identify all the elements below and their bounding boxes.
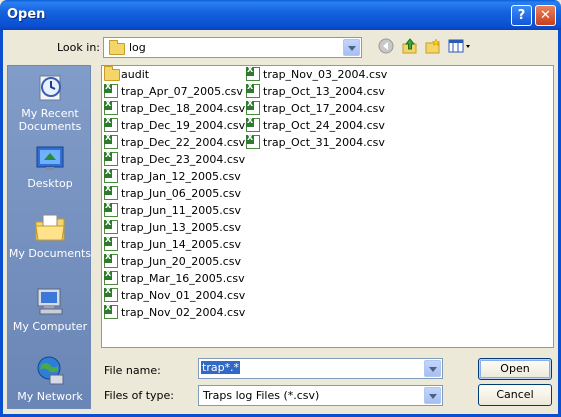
file-name: trap_Jun_20_2005.csv [121, 255, 242, 268]
file-name: trap_Nov_02_2004.csv [121, 306, 246, 319]
places-bar: My Recent Documents Desktop My Documents… [7, 65, 91, 409]
help-button[interactable]: ? [511, 5, 532, 26]
csv-file-icon [104, 133, 118, 149]
file-name: trap_Dec_22_2004.csv [121, 136, 246, 149]
csv-file-icon [246, 65, 260, 81]
csv-file-icon [104, 218, 118, 234]
title-bar[interactable]: Open ? ✕ [0, 0, 561, 30]
csv-file-icon [246, 116, 260, 132]
file-type-dropdown[interactable]: Traps log Files (*.csv) [198, 385, 443, 406]
cancel-button[interactable]: Cancel [478, 384, 552, 406]
my-network-icon [34, 355, 66, 387]
desktop-icon [34, 142, 66, 174]
place-my-network[interactable]: My Network [8, 355, 92, 403]
place-recent-documents[interactable]: My Recent Documents [8, 72, 92, 133]
csv-file-icon [104, 116, 118, 132]
file-name: trap_Oct_17_2004.csv [263, 102, 385, 115]
file-name: trap_Jun_11_2005.csv [121, 204, 242, 217]
file-type-value: Traps log Files (*.csv) [203, 389, 320, 402]
folder-icon [109, 40, 125, 55]
file-type-label: Files of type: [104, 389, 175, 402]
csv-file-icon [104, 82, 118, 98]
folder-icon [104, 66, 120, 81]
csv-file-icon [104, 167, 118, 183]
my-computer-icon [34, 285, 66, 317]
place-my-documents[interactable]: My Documents [8, 212, 92, 260]
file-name: trap_Mar_16_2005.csv [121, 272, 245, 285]
file-name: trap_Apr_07_2005.csv [121, 85, 243, 98]
place-label: My Computer [12, 320, 88, 333]
csv-file-icon [246, 82, 260, 98]
open-button[interactable]: Open [478, 358, 552, 380]
window-title: Open [7, 7, 46, 22]
file-name-value[interactable]: trap*.* [201, 361, 241, 374]
look-in-label: Look in: [57, 41, 100, 54]
csv-file-icon [104, 150, 118, 166]
file-name: trap_Jan_12_2005.csv [121, 170, 241, 183]
chevron-down-icon[interactable] [424, 360, 441, 377]
file-name: trap_Jun_14_2005.csv [121, 238, 242, 251]
file-name: trap_Jun_13_2005.csv [121, 221, 242, 234]
chevron-down-icon[interactable] [343, 39, 360, 56]
back-icon[interactable] [376, 38, 396, 58]
file-name-label: File name: [104, 364, 161, 377]
file-name: audit [121, 68, 150, 81]
close-button[interactable]: ✕ [535, 5, 556, 26]
csv-file-icon [104, 269, 118, 285]
file-list[interactable]: audit trap_Apr_07_2005.csv trap_Dec_18_2… [101, 65, 554, 348]
csv-file-icon [104, 235, 118, 251]
csv-file-icon [104, 286, 118, 302]
recent-documents-icon [34, 72, 66, 104]
file-name: trap_Dec_23_2004.csv [121, 153, 246, 166]
new-folder-icon[interactable] [423, 38, 443, 58]
views-menu-icon[interactable] [447, 38, 473, 58]
place-desktop[interactable]: Desktop [8, 142, 92, 190]
csv-file-icon [246, 133, 260, 149]
csv-file-icon [246, 99, 260, 115]
csv-file-icon [104, 201, 118, 217]
look-in-value: log [129, 41, 146, 54]
place-my-computer[interactable]: My Computer [8, 285, 92, 333]
csv-file-icon [104, 184, 118, 200]
place-label: Desktop [27, 177, 73, 190]
csv-file-icon [104, 99, 118, 115]
file-name: trap_Oct_24_2004.csv [263, 119, 385, 132]
file-name-input[interactable]: trap*.* [198, 358, 443, 379]
file-name: trap_Jun_06_2005.csv [121, 187, 242, 200]
csv-file-icon [104, 303, 118, 319]
file-name: trap_Oct_31_2004.csv [263, 136, 385, 149]
file-name: trap_Dec_19_2004.csv [121, 119, 246, 132]
up-folder-icon[interactable] [400, 38, 420, 58]
file-name: trap_Dec_18_2004.csv [121, 102, 246, 115]
file-name: trap_Nov_03_2004.csv [263, 68, 388, 81]
chevron-down-icon[interactable] [424, 387, 441, 404]
my-documents-icon [34, 212, 66, 244]
place-label: My Documents [8, 247, 92, 260]
look-in-dropdown[interactable]: log [103, 37, 362, 58]
place-label: My Recent Documents [18, 107, 82, 133]
file-name: trap_Oct_13_2004.csv [263, 85, 385, 98]
place-label: My Network [17, 390, 83, 403]
csv-file-icon [104, 252, 118, 268]
file-name: trap_Nov_01_2004.csv [121, 289, 246, 302]
